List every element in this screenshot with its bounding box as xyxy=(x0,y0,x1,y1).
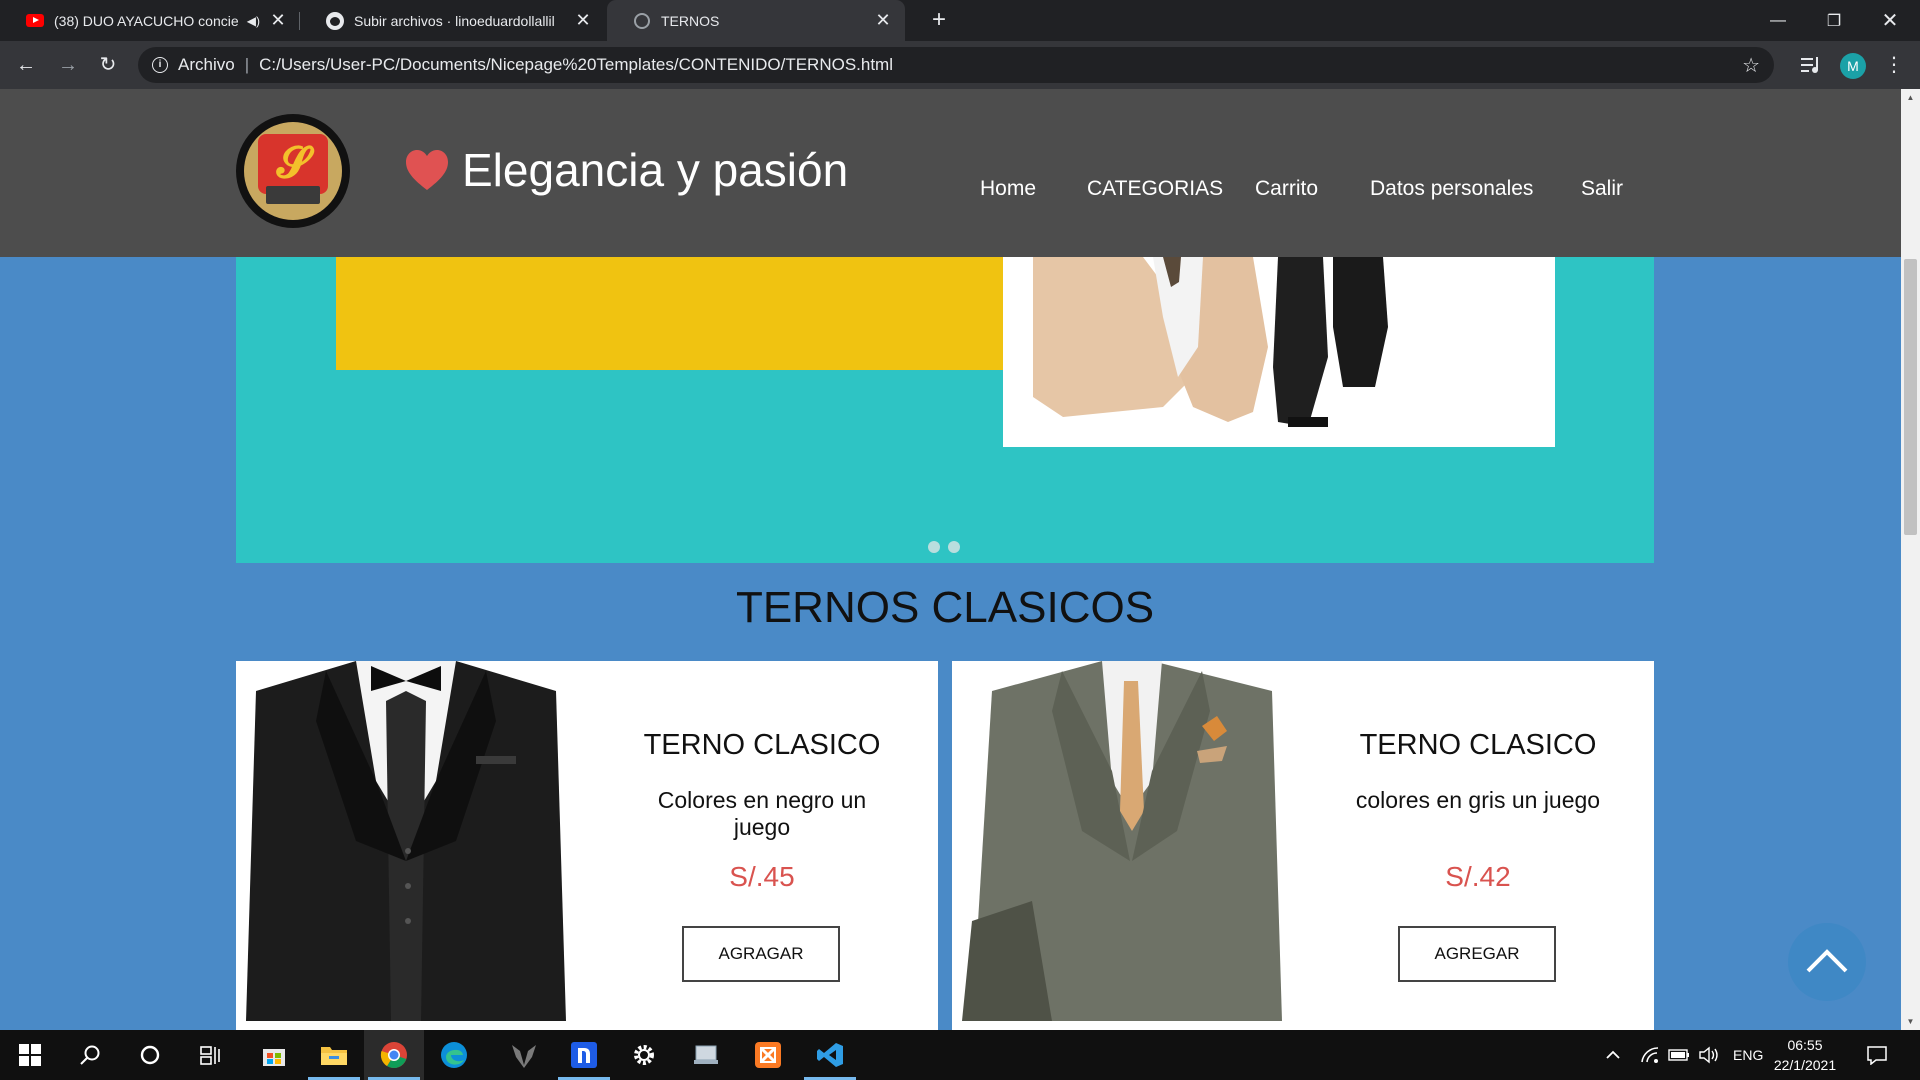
nav-home[interactable]: Home xyxy=(980,177,1036,201)
profile-avatar[interactable]: M xyxy=(1840,53,1866,79)
chevron-up-icon xyxy=(1806,949,1848,973)
close-tab-icon[interactable]: ✕ xyxy=(873,10,893,31)
battery-icon[interactable] xyxy=(1668,1030,1690,1080)
add-to-cart-button[interactable]: AGREGAR xyxy=(1398,926,1556,982)
site-header: 𝓢 Elegancia y pasión Home CATEGORIAS Car… xyxy=(0,89,1901,257)
notifications-icon[interactable] xyxy=(1866,1030,1888,1080)
scroll-to-top-button[interactable] xyxy=(1788,923,1866,1001)
info-icon[interactable]: i xyxy=(152,57,168,73)
close-tab-icon[interactable]: ✕ xyxy=(573,10,593,31)
close-window-button[interactable]: ✕ xyxy=(1862,0,1918,41)
university-logo[interactable]: 𝓢 xyxy=(236,114,350,228)
scheme-label: Archivo xyxy=(178,55,235,74)
wifi-icon[interactable] xyxy=(1640,1030,1660,1080)
tab-title: (38) DUO AYACUCHO concier xyxy=(54,12,239,29)
product-name: TERNO CLASICO xyxy=(643,729,881,761)
slider-dot[interactable] xyxy=(928,541,940,553)
tab-title: Subir archivos · linoeduardollallil xyxy=(354,12,555,29)
clock-time: 06:55 xyxy=(1787,1037,1823,1053)
hero-slider xyxy=(236,257,1654,563)
clock[interactable]: 06:55 22/1/2021 xyxy=(1760,1035,1850,1075)
windows-taskbar: ENG 06:55 22/1/2021 xyxy=(0,1030,1920,1080)
minimize-button[interactable]: — xyxy=(1750,0,1806,41)
browser-tab-bar: (38) DUO AYACUCHO concier ◀) ✕ Subir arc… xyxy=(0,0,1920,41)
product-description: Colores en negro un juego xyxy=(657,787,867,840)
media-control-icon[interactable] xyxy=(1800,55,1822,75)
language-indicator[interactable]: ENG xyxy=(1733,1030,1763,1080)
predator-icon[interactable] xyxy=(494,1030,554,1080)
browser-tab-ternos[interactable]: TERNOS ✕ xyxy=(607,0,905,41)
browser-menu-icon[interactable]: ⋮ xyxy=(1884,51,1904,79)
back-icon[interactable]: ← xyxy=(12,51,40,79)
slider-dot[interactable] xyxy=(948,541,960,553)
product-name: TERNO CLASICO xyxy=(1359,729,1597,761)
scroll-down-arrow[interactable]: ▼ xyxy=(1901,1017,1920,1026)
add-to-cart-button[interactable]: AGRAGAR xyxy=(682,926,840,982)
xampp-icon[interactable] xyxy=(738,1030,798,1080)
browser-tab-youtube[interactable]: (38) DUO AYACUCHO concier ◀) ✕ xyxy=(0,0,300,41)
brand-title: Elegancia y pasión xyxy=(462,144,849,196)
new-tab-button[interactable]: + xyxy=(925,6,953,34)
bookmark-star-icon[interactable]: ☆ xyxy=(1742,53,1760,78)
nav-carrito[interactable]: Carrito xyxy=(1255,177,1318,201)
address-bar[interactable]: i Archivo | C:/Users/User-PC/Documents/N… xyxy=(138,47,1774,83)
page-viewport: 𝓢 Elegancia y pasión Home CATEGORIAS Car… xyxy=(0,89,1901,1030)
vscode-icon[interactable] xyxy=(800,1030,860,1080)
start-icon[interactable] xyxy=(0,1030,60,1080)
close-tab-icon[interactable]: ✕ xyxy=(268,10,288,31)
tray-chevron-icon[interactable] xyxy=(1604,1030,1622,1080)
reload-icon[interactable]: ↻ xyxy=(94,51,122,79)
search-icon[interactable] xyxy=(60,1030,120,1080)
speaker-icon[interactable]: ◀) xyxy=(247,14,260,28)
browser-tab-github[interactable]: Subir archivos · linoeduardollallil ✕ xyxy=(300,0,605,41)
scroll-up-arrow[interactable]: ▲ xyxy=(1901,93,1920,102)
product-price: S/.45 xyxy=(729,861,795,892)
slide-text-block xyxy=(336,257,1032,370)
product-card: TERNO CLASICO Colores en negro un juego … xyxy=(236,661,938,1030)
cortana-icon[interactable] xyxy=(120,1030,180,1080)
nav-categorias[interactable]: CATEGORIAS xyxy=(1087,177,1223,201)
slide-suit-image xyxy=(1003,257,1555,447)
product-price: S/.42 xyxy=(1445,861,1511,892)
scrollbar-thumb[interactable] xyxy=(1904,259,1917,535)
nicepage-icon[interactable] xyxy=(554,1030,614,1080)
edge-icon[interactable] xyxy=(424,1030,484,1080)
restore-button[interactable]: ❐ xyxy=(1806,0,1862,41)
section-title: TERNOS CLASICOS xyxy=(735,583,1155,632)
product-card: TERNO CLASICO colores en gris un juego S… xyxy=(952,661,1654,1030)
file-explorer-icon[interactable] xyxy=(304,1030,364,1080)
product-description: colores en gris un juego xyxy=(1355,787,1601,813)
forward-icon[interactable]: → xyxy=(54,51,82,79)
clock-date: 22/1/2021 xyxy=(1773,1057,1837,1073)
store-icon[interactable] xyxy=(244,1030,304,1080)
network-app-icon[interactable] xyxy=(676,1030,736,1080)
globe-icon xyxy=(633,12,651,30)
product-image-black-suit xyxy=(236,661,576,1030)
nav-salir[interactable]: Salir xyxy=(1581,177,1623,201)
nav-datos-personales[interactable]: Datos personales xyxy=(1370,177,1533,201)
settings-icon[interactable] xyxy=(614,1030,674,1080)
volume-icon[interactable] xyxy=(1698,1030,1720,1080)
brand: Elegancia y pasión xyxy=(404,143,848,197)
heart-icon xyxy=(406,150,448,190)
product-image-grey-suit xyxy=(952,661,1292,1030)
github-icon xyxy=(326,11,344,30)
task-view-icon[interactable] xyxy=(180,1030,240,1080)
chrome-icon[interactable] xyxy=(364,1030,424,1080)
tab-title: TERNOS xyxy=(661,12,720,29)
page-scrollbar[interactable]: ▲ ▼ xyxy=(1901,89,1920,1030)
browser-toolbar: ← → ↻ i Archivo | C:/Users/User-PC/Docum… xyxy=(0,41,1920,89)
youtube-icon xyxy=(26,12,44,30)
url-text[interactable]: C:/Users/User-PC/Documents/Nicepage%20Te… xyxy=(259,55,1742,75)
